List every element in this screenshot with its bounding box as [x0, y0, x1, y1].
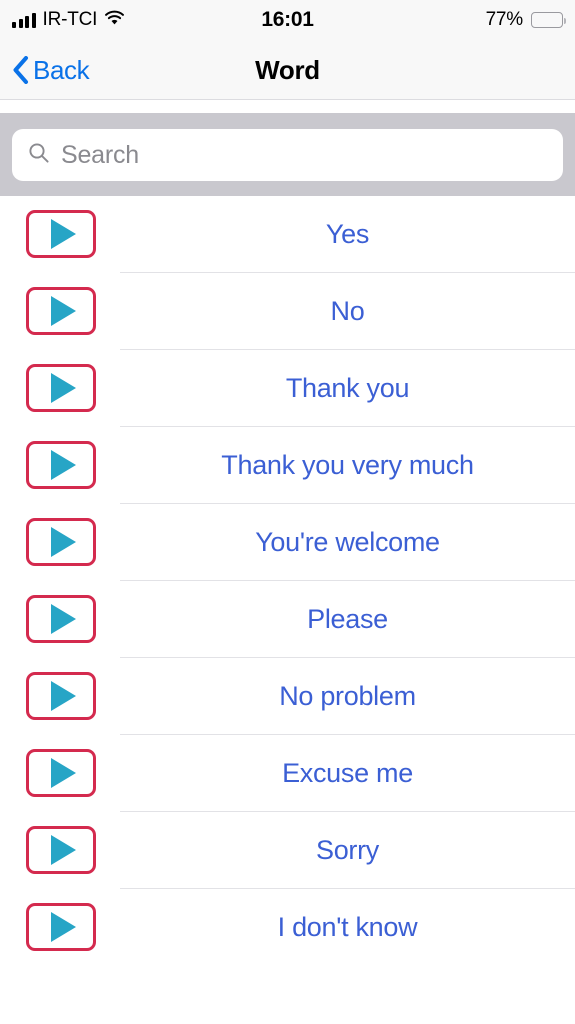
list-item-label: Excuse me	[282, 758, 413, 788]
search-icon	[28, 142, 50, 169]
play-icon	[50, 219, 76, 249]
search-input[interactable]: Search	[12, 129, 563, 181]
battery-percent-label: 77%	[485, 9, 524, 30]
search-placeholder: Search	[61, 140, 140, 169]
play-button[interactable]	[26, 903, 96, 951]
play-icon	[50, 835, 76, 865]
play-button[interactable]	[26, 672, 96, 720]
play-icon	[50, 604, 76, 634]
play-button[interactable]	[26, 364, 96, 412]
list-item-label: You're welcome	[255, 527, 440, 557]
list-item[interactable]: Yes	[0, 196, 575, 273]
list-item[interactable]: I don't know	[0, 889, 575, 966]
status-bar-right: 77%	[485, 9, 567, 31]
list-item-label: I don't know	[277, 912, 418, 942]
play-icon	[50, 681, 76, 711]
play-icon	[50, 912, 76, 942]
play-icon	[50, 296, 76, 326]
list-item-label: No	[330, 296, 365, 326]
play-icon	[50, 527, 76, 557]
list-item[interactable]: Thank you	[0, 350, 575, 427]
list-item[interactable]: Please	[0, 581, 575, 658]
play-button[interactable]	[26, 595, 96, 643]
list-item[interactable]: Thank you very much	[0, 427, 575, 504]
navigation-bar: Back Word	[0, 40, 575, 100]
list-item[interactable]: No	[0, 273, 575, 350]
play-button[interactable]	[26, 826, 96, 874]
phrase-list: Yes No Thank you Thank you very much You're …	[0, 196, 575, 966]
play-icon	[50, 450, 76, 480]
list-item-label: Please	[307, 604, 388, 634]
list-item[interactable]: Sorry	[0, 812, 575, 889]
battery-icon	[531, 12, 567, 28]
list-item-label: No problem	[279, 681, 416, 711]
play-button[interactable]	[26, 441, 96, 489]
list-item[interactable]: You're welcome	[0, 504, 575, 581]
list-item-label: Yes	[325, 219, 370, 249]
play-button[interactable]	[26, 210, 96, 258]
play-button[interactable]	[26, 749, 96, 797]
page-title: Word	[255, 54, 320, 85]
play-button[interactable]	[26, 287, 96, 335]
list-item-label: Thank you very much	[221, 450, 474, 480]
search-bar-container: Search	[0, 113, 575, 196]
play-icon	[50, 758, 76, 788]
app-screen: IR-TCI 16:01 77% Back Word Search Yes No…	[0, 0, 575, 1024]
list-item[interactable]: No problem	[0, 658, 575, 735]
list-item-label: Thank you	[285, 373, 410, 403]
list-item-label: Sorry	[315, 835, 379, 865]
list-item[interactable]: Excuse me	[0, 735, 575, 812]
play-button[interactable]	[26, 518, 96, 566]
play-icon	[50, 373, 76, 403]
status-bar: IR-TCI 16:01 77%	[0, 0, 575, 40]
